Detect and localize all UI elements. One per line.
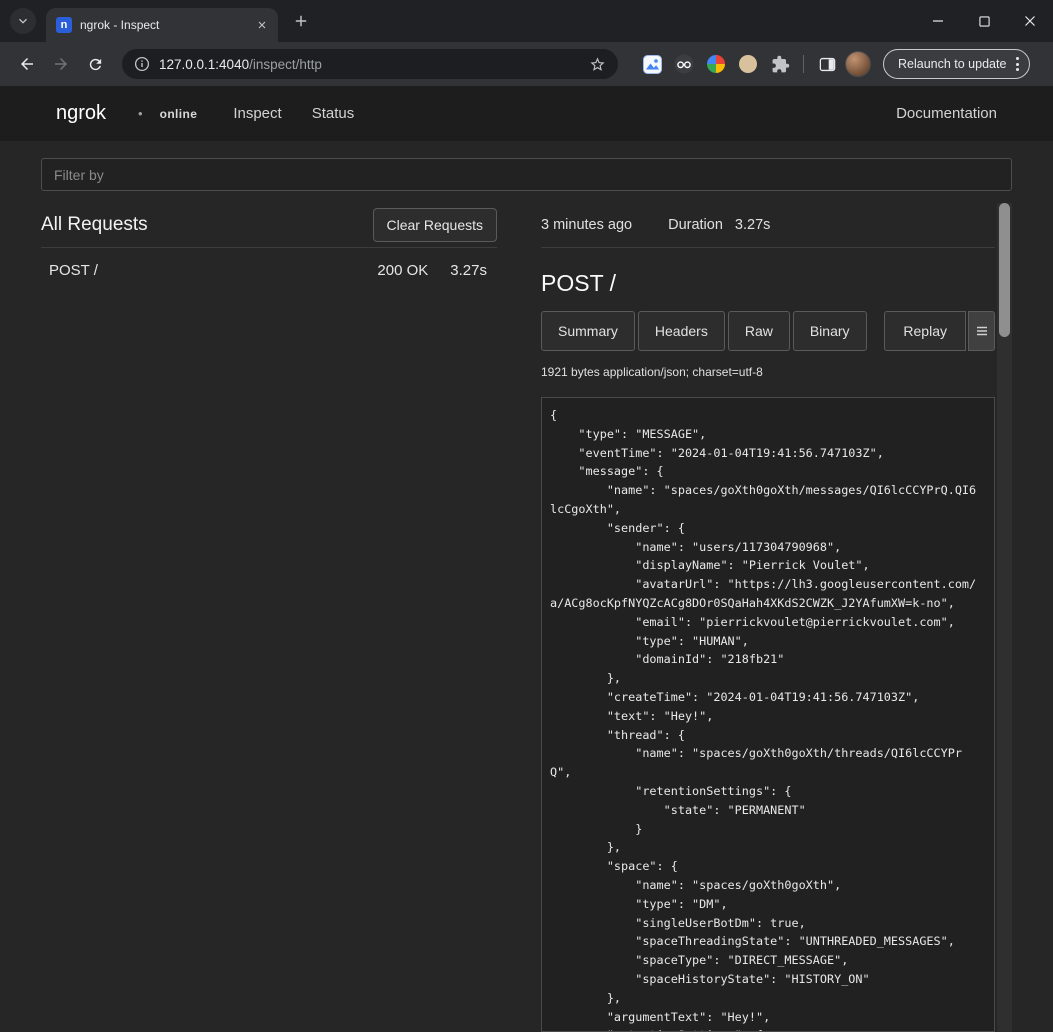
forward-button[interactable] [46, 49, 76, 79]
plus-icon [293, 13, 309, 29]
tab-title: ngrok - Inspect [80, 18, 248, 32]
detail-tabs: Summary Headers Raw Binary Replay [541, 311, 995, 351]
duration-value: 3.27s [735, 217, 770, 233]
status-dot-icon: • [138, 106, 143, 121]
detail-scrollbar[interactable] [997, 203, 1012, 1032]
nav-item-inspect[interactable]: Inspect [233, 105, 281, 122]
filter-input[interactable] [41, 158, 1012, 191]
relaunch-to-update-button[interactable]: Relaunch to update [883, 49, 1030, 79]
request-list-item[interactable]: POST / 200 OK 3.27s [41, 248, 497, 293]
replay-options-button[interactable] [968, 311, 995, 351]
url-text: 127.0.0.1:4040/inspect/http [159, 57, 322, 72]
nav-item-documentation[interactable]: Documentation [896, 105, 997, 122]
back-icon [18, 55, 36, 73]
site-info-icon[interactable] [134, 56, 150, 72]
chevron-down-icon [16, 14, 30, 28]
forward-icon [52, 55, 70, 73]
close-button[interactable] [1007, 0, 1053, 42]
close-icon [1024, 15, 1036, 27]
requests-panel: All Requests Clear Requests POST / 200 O… [41, 203, 497, 1032]
divider [541, 247, 995, 248]
toolbar-divider [803, 55, 804, 73]
back-button[interactable] [12, 49, 42, 79]
request-duration: 3.27s [450, 262, 487, 279]
detail-title: POST / [541, 270, 995, 297]
requests-panel-title: All Requests [41, 214, 148, 236]
extension-tan-icon[interactable] [734, 50, 762, 78]
profile-avatar[interactable] [845, 51, 871, 77]
duration-label: Duration [668, 217, 723, 233]
maximize-button[interactable] [961, 0, 1007, 42]
body-meta: 1921 bytes application/json; charset=utf… [541, 365, 995, 379]
browser-tab[interactable]: n ngrok - Inspect [46, 8, 278, 42]
tab-close-icon[interactable] [256, 19, 268, 31]
extension-glasses-icon[interactable] [670, 50, 698, 78]
puzzle-icon [771, 55, 790, 74]
clear-requests-button[interactable]: Clear Requests [373, 208, 498, 242]
site-nav: Inspect Status [233, 105, 354, 122]
nav-item-status[interactable]: Status [312, 105, 355, 122]
tab-search-button[interactable] [10, 8, 36, 34]
side-panel-icon [818, 55, 837, 74]
extension-photo-icon[interactable] [638, 50, 666, 78]
tab-raw[interactable]: Raw [728, 311, 790, 351]
url-host: 127.0.0.1:4040 [159, 57, 249, 72]
replay-button[interactable]: Replay [884, 311, 966, 351]
replay-group: Replay [884, 311, 995, 351]
browser-menu-kebab-icon[interactable] [1016, 57, 1019, 71]
ngrok-header: ngrok • online Inspect Status Documentat… [0, 86, 1053, 141]
window-controls [915, 0, 1053, 42]
inspect-page: All Requests Clear Requests POST / 200 O… [0, 141, 1053, 1032]
request-method-path: POST / [49, 262, 377, 279]
ngrok-favicon: n [56, 17, 72, 33]
extension-color-wheel-icon[interactable] [702, 50, 730, 78]
url-path: /inspect/http [249, 57, 322, 72]
side-panel-button[interactable] [813, 50, 841, 78]
maximize-icon [979, 16, 990, 27]
extensions-puzzle-button[interactable] [766, 50, 794, 78]
new-tab-button[interactable] [286, 6, 316, 36]
url-bar[interactable]: 127.0.0.1:4040/inspect/http [122, 49, 618, 79]
request-time-ago: 3 minutes ago [541, 217, 632, 233]
browser-tabstrip: n ngrok - Inspect [0, 0, 1053, 42]
minimize-button[interactable] [915, 0, 961, 42]
request-body-viewer: { "type": "MESSAGE", "eventTime": "2024-… [541, 397, 995, 1032]
request-status: 200 OK [377, 262, 428, 279]
reload-button[interactable] [80, 49, 110, 79]
tab-headers[interactable]: Headers [638, 311, 725, 351]
minimize-icon [932, 15, 944, 27]
detail-panel: 3 minutes ago Duration 3.27s POST / Summ… [541, 203, 1012, 1032]
tab-summary[interactable]: Summary [541, 311, 635, 351]
scrollbar-thumb[interactable] [999, 203, 1010, 337]
reload-icon [87, 56, 104, 73]
request-body-json: { "type": "MESSAGE", "eventTime": "2024-… [550, 406, 986, 1032]
star-icon [589, 56, 606, 73]
ngrok-logo: ngrok [56, 102, 106, 125]
status-badge: online [160, 107, 198, 121]
bookmark-star-button[interactable] [589, 56, 606, 73]
menu-lines-icon [976, 326, 988, 336]
relaunch-label: Relaunch to update [898, 57, 1006, 71]
browser-toolbar: 127.0.0.1:4040/inspect/http Relaunch to … [0, 42, 1053, 86]
tab-binary[interactable]: Binary [793, 311, 867, 351]
